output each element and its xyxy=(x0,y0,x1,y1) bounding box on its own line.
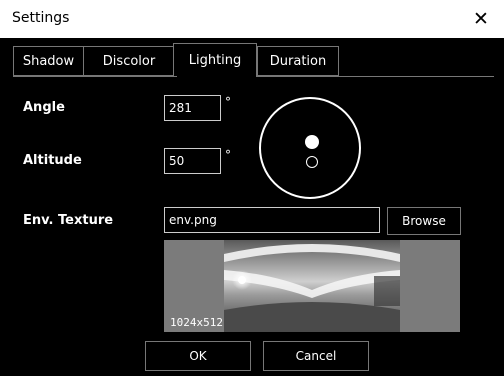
browse-button[interactable]: Browse xyxy=(387,207,461,235)
window-title: Settings xyxy=(12,10,70,26)
tab-label: Lighting xyxy=(188,53,242,68)
env-texture-preview: 1024x512 xyxy=(164,240,460,332)
cancel-button[interactable]: Cancel xyxy=(263,341,369,371)
close-button[interactable]: ✕ xyxy=(458,0,504,38)
tab-label: Duration xyxy=(269,53,327,69)
env-texture-label: Env. Texture xyxy=(23,213,114,228)
title-bar: Settings ✕ xyxy=(0,0,504,38)
ok-button-label: OK xyxy=(189,349,207,363)
ok-button[interactable]: OK xyxy=(145,341,251,371)
light-center-marker xyxy=(306,156,318,168)
tab-discolor[interactable]: Discolor xyxy=(83,46,175,76)
angle-degree-symbol: ° xyxy=(225,95,231,109)
browse-button-label: Browse xyxy=(402,214,446,228)
angle-input[interactable]: 281 xyxy=(164,95,221,121)
altitude-label: Altitude xyxy=(23,153,82,168)
texture-resolution: 1024x512 xyxy=(170,316,223,329)
tab-divider xyxy=(256,76,494,77)
tab-label: Discolor xyxy=(102,53,156,69)
env-texture-input[interactable]: env.png xyxy=(164,207,380,233)
close-icon: ✕ xyxy=(473,8,489,30)
tab-lighting[interactable]: Lighting xyxy=(173,43,257,77)
tab-label: Shadow xyxy=(22,53,75,69)
tab-shadow[interactable]: Shadow xyxy=(13,46,84,76)
env-texture-image xyxy=(224,240,400,332)
altitude-degree-symbol: ° xyxy=(225,148,231,162)
tab-divider xyxy=(13,76,177,77)
tab-duration[interactable]: Duration xyxy=(257,46,339,76)
angle-label: Angle xyxy=(23,100,65,115)
light-position-handle[interactable] xyxy=(305,135,319,149)
altitude-input[interactable]: 50 xyxy=(164,148,221,174)
cancel-button-label: Cancel xyxy=(295,349,337,363)
